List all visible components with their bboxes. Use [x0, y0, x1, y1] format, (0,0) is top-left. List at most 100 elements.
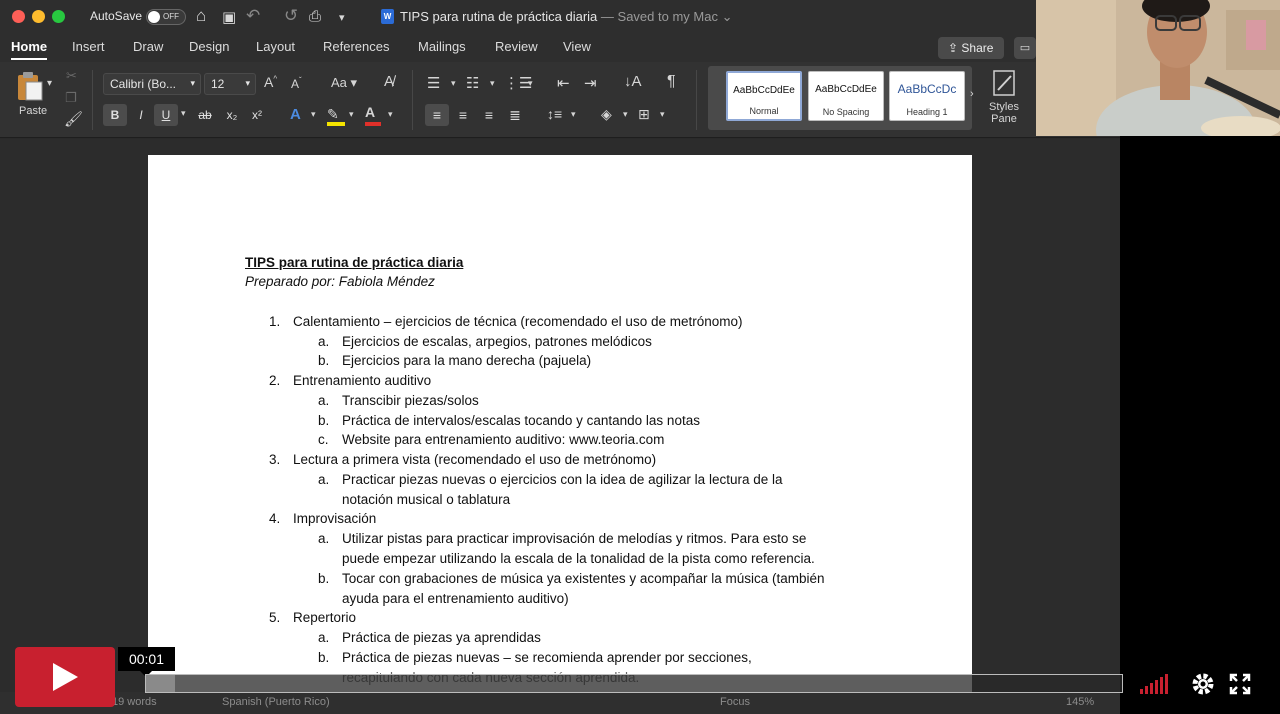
word-count[interactable]: 19 words [112, 696, 157, 708]
show-formatting-marks-icon[interactable]: ¶ [667, 73, 676, 91]
align-left-button[interactable]: ≡ [425, 104, 449, 126]
redo-icon[interactable]: ↺ [284, 6, 298, 26]
chevron-down-icon[interactable]: ▾ [311, 109, 316, 120]
undo-icon[interactable]: ↶ [246, 6, 260, 26]
customize-toolbar-icon[interactable]: ▾ [339, 11, 345, 24]
language-status[interactable]: Spanish (Puerto Rico) [222, 696, 330, 708]
close-window-button[interactable] [12, 10, 25, 23]
chevron-down-icon[interactable]: ▾ [349, 109, 354, 120]
chevron-down-icon[interactable]: ▾ [571, 109, 576, 120]
style-heading-1[interactable]: AaBbCcDc Heading 1 [889, 71, 965, 121]
tab-review[interactable]: Review [495, 39, 538, 54]
cut-icon[interactable]: ✂ [66, 68, 77, 84]
copy-icon[interactable]: ❐ [65, 90, 77, 106]
document-title[interactable]: TIPS para rutina de práctica diaria — Sa… [400, 9, 732, 25]
tab-insert[interactable]: Insert [72, 39, 105, 54]
list-subitem-continuation: ayuda para el entrenamiento auditivo) [342, 591, 569, 606]
font-size-value: 12 [211, 77, 225, 91]
highlight-color-icon[interactable]: ✎ [327, 106, 345, 126]
list-subitem: Práctica de piezas ya aprendidas [342, 630, 541, 645]
underline-button[interactable]: U [154, 104, 178, 126]
strikethrough-button[interactable]: ab [193, 104, 217, 126]
align-right-button[interactable]: ≡ [477, 104, 501, 126]
font-size-select[interactable]: 12 ▾ [204, 73, 256, 95]
chevron-down-icon[interactable]: ▾ [528, 78, 533, 89]
black-background [1120, 136, 1280, 714]
chevron-down-icon: ⌄ [721, 9, 733, 24]
divider [92, 70, 93, 130]
list-item: Calentamiento – ejercicios de técnica (r… [293, 314, 743, 329]
format-painter-icon[interactable]: 🖌 [64, 110, 83, 128]
italic-button[interactable]: I [129, 104, 153, 126]
chevron-down-icon[interactable]: ▾ [623, 109, 628, 120]
settings-gear-icon[interactable] [1190, 671, 1216, 697]
print-icon[interactable]: ⎙ [309, 8, 321, 25]
tab-layout[interactable]: Layout [256, 39, 295, 54]
tab-home[interactable]: Home [11, 39, 48, 60]
share-icon: ⇪ [948, 41, 962, 55]
fullscreen-icon[interactable] [1229, 673, 1251, 695]
zoom-window-button[interactable] [52, 10, 65, 23]
numbering-icon[interactable]: ☷ [466, 74, 479, 92]
list-subitem-continuation: puede empezar utilizando la escala de la… [342, 551, 815, 566]
borders-icon[interactable]: ⊞ [638, 106, 650, 123]
text-effects-icon[interactable]: A [290, 106, 301, 123]
font-color-icon[interactable]: A [365, 104, 383, 126]
bullets-icon[interactable]: ☰ [427, 74, 440, 92]
chevron-down-icon[interactable]: ▾ [490, 78, 495, 89]
tab-references[interactable]: References [323, 39, 389, 54]
line-spacing-icon[interactable]: ↕≡ [547, 106, 562, 122]
list-subitem: Ejercicios para la mano derecha (pajuela… [342, 353, 592, 368]
underline-options-chevron-icon[interactable]: ▾ [181, 108, 186, 119]
shading-icon[interactable]: ◈ [601, 106, 612, 123]
progress-fill [146, 675, 176, 692]
tab-mailings[interactable]: Mailings [418, 39, 466, 54]
tab-view[interactable]: View [563, 39, 591, 54]
shrink-font-icon[interactable]: Aˇ [291, 76, 302, 91]
subscript-button[interactable]: x₂ [220, 104, 244, 126]
list-letter: a. [318, 393, 330, 408]
styles-pane-button[interactable]: Styles Pane [984, 68, 1024, 136]
increase-indent-icon[interactable]: ⇥ [584, 74, 597, 92]
document-page[interactable]: TIPS para rutina de práctica diaria Prep… [148, 155, 972, 714]
autosave-toggle[interactable]: OFF [146, 9, 186, 25]
chevron-down-icon: ▾ [190, 78, 195, 88]
volume-icon[interactable] [1139, 673, 1175, 695]
align-center-button[interactable]: ≡ [451, 104, 475, 126]
sort-icon[interactable]: ↓A [624, 73, 642, 90]
tab-design[interactable]: Design [189, 39, 229, 54]
chevron-down-icon[interactable]: ▾ [451, 78, 456, 89]
font-family-select[interactable]: Calibri (Bo... ▾ [103, 73, 201, 95]
decrease-indent-icon[interactable]: ⇤ [557, 74, 570, 92]
paste-button[interactable] [14, 70, 48, 102]
comments-button[interactable]: ▭ [1014, 37, 1036, 59]
paste-options-chevron-icon[interactable]: ▾ [47, 78, 52, 89]
screen: AutoSave OFF ⌂ ▣ ↶ ↺ ⎙ ▾ W TIPS para rut… [0, 0, 1280, 714]
style-normal[interactable]: AaBbCcDdEe Normal [726, 71, 802, 121]
chevron-down-icon[interactable]: ▾ [660, 109, 665, 120]
clear-formatting-icon[interactable]: A̸ [384, 73, 394, 90]
chevron-right-icon[interactable]: › [970, 88, 974, 100]
webcam-image [1036, 0, 1280, 136]
save-icon[interactable]: ▣ [222, 8, 236, 26]
style-no-spacing[interactable]: AaBbCcDdEe No Spacing [808, 71, 884, 121]
video-progress-bar[interactable] [145, 674, 1123, 693]
focus-button[interactable]: Focus [720, 696, 750, 708]
justify-button[interactable]: ≣ [503, 104, 527, 126]
minimize-window-button[interactable] [32, 10, 45, 23]
chevron-down-icon[interactable]: ▾ [388, 109, 393, 120]
style-label: No Spacing [822, 107, 870, 117]
tab-draw[interactable]: Draw [133, 39, 163, 54]
change-case-icon[interactable]: Aa ▾ [331, 75, 357, 91]
share-button[interactable]: ⇪ Share [938, 37, 1004, 59]
bold-button[interactable]: B [103, 104, 127, 126]
webcam-video [1036, 0, 1280, 136]
list-letter: c. [318, 432, 329, 447]
document-canvas[interactable]: TIPS para rutina de práctica diaria Prep… [0, 139, 1120, 714]
home-icon[interactable]: ⌂ [196, 6, 206, 26]
list-item: Lectura a primera vista (recomendado el … [293, 452, 657, 467]
zoom-level[interactable]: 145% [1066, 696, 1094, 708]
grow-font-icon[interactable]: A^ [264, 74, 277, 90]
superscript-button[interactable]: x² [245, 104, 269, 126]
play-button[interactable] [15, 647, 115, 707]
